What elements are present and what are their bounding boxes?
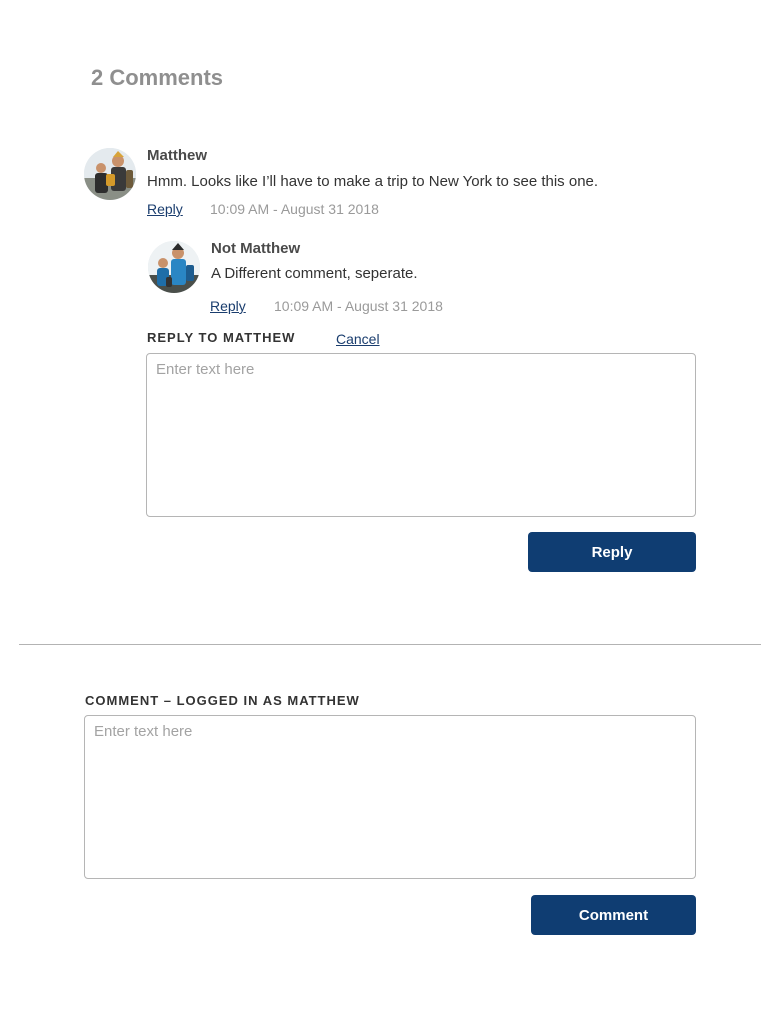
reply-form-label: REPLY TO MATTHEW <box>147 330 296 345</box>
reply-text: A Different comment, seperate. <box>211 265 418 282</box>
section-divider <box>19 644 761 645</box>
reply-author: Not Matthew <box>211 240 301 257</box>
user-photo-avatar-icon <box>148 241 200 293</box>
avatar <box>84 148 136 200</box>
comment-reply-link[interactable]: Reply <box>147 200 183 218</box>
comment-author: Matthew <box>147 147 207 164</box>
reply-textarea[interactable] <box>146 353 696 517</box>
comment-form-label: COMMENT – LOGGED IN AS MATTHEW <box>85 693 360 708</box>
comments-count-heading: 2 Comments <box>91 65 224 90</box>
comment-submit-button[interactable]: Comment <box>531 895 696 935</box>
reply-timestamp: 10:09 AM - August 31 2018 <box>274 298 443 314</box>
comment-textarea[interactable] <box>84 715 696 879</box>
comment-text: Hmm. Looks like I’ll have to make a trip… <box>147 173 599 190</box>
user-photo-avatar-icon <box>84 148 136 200</box>
reply-reply-link[interactable]: Reply <box>210 297 246 315</box>
cancel-reply-link[interactable]: Cancel <box>336 330 380 348</box>
comment-timestamp: 10:09 AM - August 31 2018 <box>210 201 379 217</box>
avatar <box>148 241 200 293</box>
reply-submit-button[interactable]: Reply <box>528 532 696 572</box>
